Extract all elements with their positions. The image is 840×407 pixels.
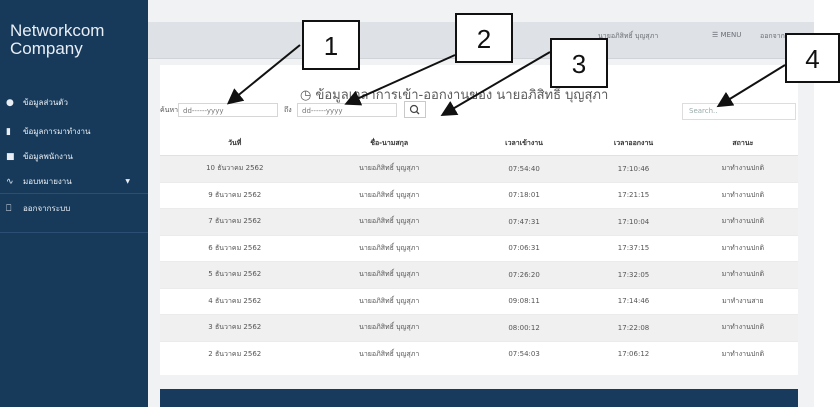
callout-arrow-1: [226, 44, 301, 105]
callout-box-3: 3: [550, 38, 608, 88]
callout-box-4: 4: [785, 33, 840, 83]
callout-box-1: 1: [302, 20, 360, 70]
callout-box-2: 2: [455, 13, 513, 63]
callout-arrow-4: [716, 64, 786, 108]
annotation-arrows: [226, 44, 786, 117]
callout-arrow-2: [344, 54, 456, 106]
